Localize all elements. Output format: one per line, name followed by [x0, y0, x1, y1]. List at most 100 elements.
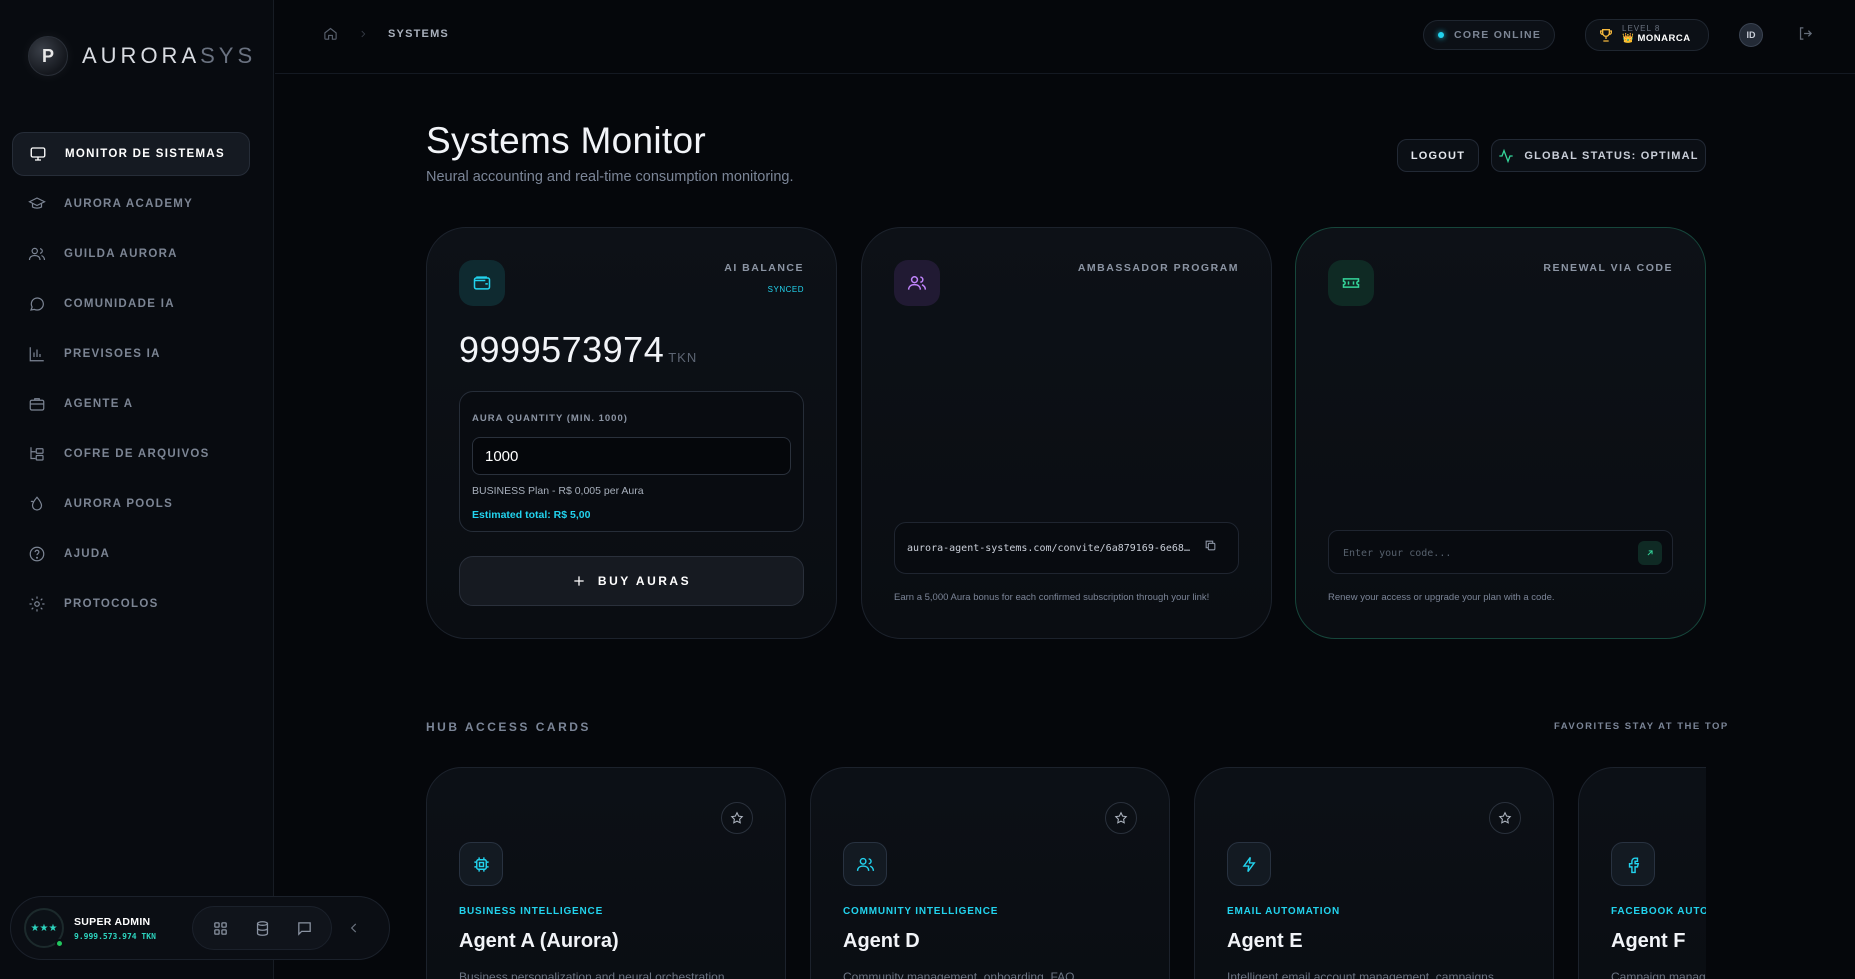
brand-name-main: AURORA: [82, 43, 201, 68]
ticket-icon: [1328, 260, 1374, 306]
hub-card-category: BUSINESS INTELLIGENCE: [459, 906, 604, 917]
user-panel: ★★★ SUPER ADMIN 9.999.573.974 TKN: [10, 896, 390, 960]
sidebar: P AURORASYS MONITOR DE SISTEMAS AURORA A…: [0, 0, 274, 979]
grid-button[interactable]: [203, 911, 237, 945]
plus-icon: [574, 576, 584, 586]
balance-number: 9999573974: [459, 329, 665, 370]
hub-card-title: Agent D: [843, 930, 920, 952]
sidebar-item-monitor[interactable]: MONITOR DE SISTEMAS: [12, 132, 250, 176]
briefcase-icon: [29, 398, 45, 411]
sidebar-item-agent-a[interactable]: AGENTE A: [12, 382, 250, 426]
hub-section-title: HUB ACCESS CARDS: [426, 720, 591, 734]
user-tokens: 9.999.573.974 TKN: [74, 931, 156, 941]
copy-button[interactable]: [1204, 539, 1217, 557]
favorite-button[interactable]: [721, 802, 753, 834]
users-icon: [894, 260, 940, 306]
quantity-label: AURA QUANTITY (MIN. 1000): [472, 413, 628, 424]
quantity-input[interactable]: [472, 437, 791, 475]
level-info: LEVEL 8 👑 MONARCA: [1622, 25, 1691, 45]
hub-card-desc: Campaign management: [1611, 970, 1706, 979]
arrow-up-right-icon: [1647, 550, 1653, 556]
user-initials-badge[interactable]: ID: [1739, 23, 1763, 47]
renewal-note: Renew your access or upgrade your plan w…: [1328, 592, 1555, 603]
balance-unit: TKN: [668, 350, 698, 365]
buy-auras-button[interactable]: BUY AURAS: [459, 556, 804, 606]
sidebar-item-community[interactable]: COMUNIDADE IA: [12, 282, 250, 326]
star-icon: [1114, 811, 1128, 824]
hub-card-agent-e[interactable]: EMAIL AUTOMATION Agent E Intelligent ema…: [1194, 767, 1554, 979]
global-status-button[interactable]: GLOBAL STATUS: OPTIMAL: [1491, 139, 1706, 172]
submit-code-button[interactable]: [1638, 541, 1662, 565]
sidebar-item-forecasts[interactable]: PREVISOES IA: [12, 332, 250, 376]
ambassador-note: Earn a 5,000 Aura bonus for each confirm…: [894, 592, 1210, 603]
estimated-total: Estimated total: R$ 5,00: [472, 509, 591, 521]
hub-card-agent-f[interactable]: FACEBOOK AUTOMATION Agent F Campaign man…: [1578, 767, 1706, 979]
core-status-text: CORE ONLINE: [1454, 29, 1542, 41]
brand[interactable]: P AURORASYS: [28, 36, 256, 76]
hub-card-agent-a[interactable]: BUSINESS INTELLIGENCE Agent A (Aurora) B…: [426, 767, 786, 979]
breadcrumb-current: SYSTEMS: [388, 27, 449, 40]
invite-link[interactable]: aurora-agent-systems.com/convite/6a87916…: [907, 543, 1190, 554]
sidebar-item-label: MONITOR DE SISTEMAS: [65, 148, 225, 160]
sidebar-item-guild[interactable]: GUILDA AURORA: [12, 232, 250, 276]
facebook-icon: [1611, 842, 1655, 886]
home-icon[interactable]: [323, 26, 338, 41]
logout-button[interactable]: LOGOUT: [1397, 139, 1479, 172]
logout-icon: [1799, 27, 1813, 40]
folder-tree-icon: [30, 447, 44, 461]
users-icon: [843, 842, 887, 886]
sidebar-item-label: PREVISOES IA: [64, 348, 161, 360]
chevron-right-icon: [361, 30, 366, 37]
sidebar-item-label: AURORA ACADEMY: [64, 198, 194, 210]
plan-line: BUSINESS Plan - R$ 0,005 per Aura: [472, 485, 644, 497]
ai-balance-card: AI BALANCE SYNCED 9999573974 TKN AURA QUA…: [426, 227, 837, 639]
avatar[interactable]: ★★★: [24, 908, 64, 948]
sidebar-item-help[interactable]: AJUDA: [12, 532, 250, 576]
renewal-card: RENEWAL VIA CODE Renew your access or up…: [1295, 227, 1706, 639]
user-name: SUPER ADMIN: [74, 915, 151, 928]
logo-letter: P: [41, 45, 54, 66]
trophy-icon: [1600, 29, 1612, 42]
users-icon: [28, 247, 46, 261]
star-icon: [730, 811, 744, 824]
sidebar-item-label: COFRE DE ARQUIVOS: [64, 448, 210, 460]
sidebar-item-label: COMUNIDADE IA: [64, 298, 175, 310]
sidebar-item-pools[interactable]: AURORA POOLS: [12, 482, 250, 526]
balance-value: 9999573974 TKN: [459, 329, 697, 371]
hub-card-agent-d[interactable]: COMMUNITY INTELLIGENCE Agent D Community…: [810, 767, 1170, 979]
monitor-icon: [30, 147, 46, 161]
hub-card-title: Agent F: [1611, 930, 1686, 952]
hub-section-hint: FAVORITES STAY AT THE TOP: [1554, 721, 1729, 732]
database-button[interactable]: [245, 911, 279, 945]
card-label: RENEWAL VIA CODE: [1543, 262, 1673, 274]
brand-name-accent: SYS: [200, 43, 257, 68]
copy-icon: [1205, 540, 1216, 551]
hub-card-title: Agent E: [1227, 930, 1303, 952]
user-meta: SUPER ADMIN 9.999.573.974 TKN: [74, 916, 192, 941]
buy-label: BUY AURAS: [597, 574, 692, 588]
global-status-text: GLOBAL STATUS: OPTIMAL: [1524, 149, 1699, 162]
sidebar-item-academy[interactable]: AURORA ACADEMY: [12, 182, 250, 226]
code-input[interactable]: [1343, 541, 1623, 565]
sidebar-item-protocols[interactable]: PROTOCOLOS: [12, 582, 250, 626]
status-dot: [1438, 32, 1444, 38]
card-label: AI BALANCE: [724, 262, 804, 274]
messages-button[interactable]: [287, 911, 321, 945]
level-badge[interactable]: LEVEL 8 👑 MONARCA: [1585, 19, 1709, 51]
page-title: Systems Monitor: [426, 120, 707, 161]
sidebar-item-label: GUILDA AURORA: [64, 248, 178, 260]
top-logout-button[interactable]: [1797, 25, 1814, 47]
invite-link-box: aurora-agent-systems.com/convite/6a87916…: [894, 522, 1239, 574]
activity-icon: [1499, 148, 1514, 163]
hub-card-category: EMAIL AUTOMATION: [1227, 906, 1340, 917]
collapse-sidebar-button[interactable]: [342, 916, 366, 940]
help-circle-icon: [29, 546, 45, 562]
message-square-icon: [297, 921, 311, 936]
favorite-button[interactable]: [1105, 802, 1137, 834]
online-indicator: [55, 939, 64, 948]
avatar-badge: ★★★: [30, 922, 58, 934]
sidebar-item-file-vault[interactable]: COFRE DE ARQUIVOS: [12, 432, 250, 476]
hub-card-desc: Intelligent email account management, ca…: [1227, 970, 1494, 979]
graduation-cap-icon: [28, 197, 46, 209]
favorite-button[interactable]: [1489, 802, 1521, 834]
